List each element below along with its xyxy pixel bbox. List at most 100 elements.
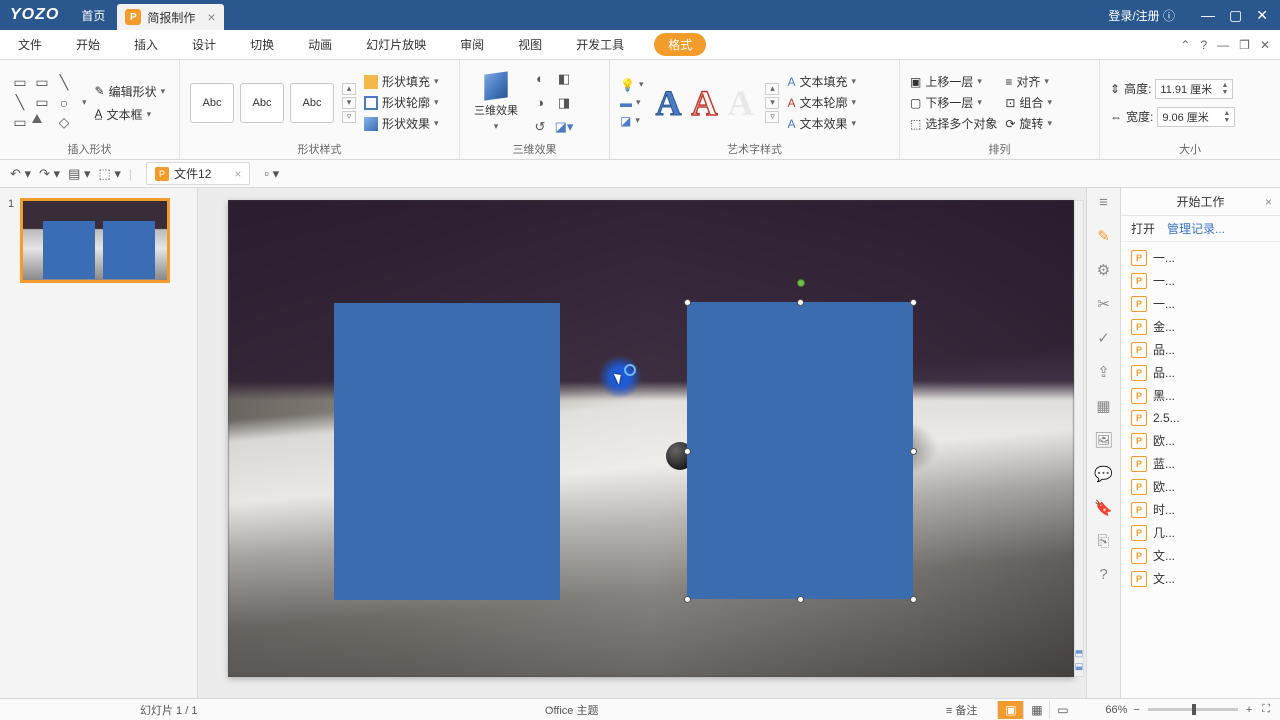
shape-style-gallery[interactable]: Abc Abc Abc ▴▾▿: [190, 83, 356, 123]
rail-image-icon[interactable]: 🖼: [1094, 431, 1113, 449]
manage-records-link[interactable]: 管理记录...: [1167, 220, 1225, 237]
recent-file-item[interactable]: P欧...: [1121, 475, 1280, 498]
canvas[interactable]: ⬒⬓: [198, 188, 1086, 698]
slideshow-view-button[interactable]: ▭: [1049, 701, 1075, 719]
menu-format[interactable]: 格式: [654, 33, 706, 56]
resize-handle-bm[interactable]: [797, 596, 804, 603]
menu-dev[interactable]: 开发工具: [572, 32, 628, 57]
redo-icon[interactable]: ↷ ▾: [39, 166, 60, 182]
recent-file-item[interactable]: P欧...: [1121, 429, 1280, 452]
zoom-slider[interactable]: [1148, 708, 1238, 711]
maximize-icon[interactable]: ▢: [1229, 7, 1242, 24]
close-panel-icon[interactable]: ×: [1265, 195, 1272, 209]
resize-handle-tm[interactable]: [797, 299, 804, 306]
resize-handle-tr[interactable]: [910, 299, 917, 306]
recent-file-item[interactable]: P2.5...: [1121, 407, 1280, 429]
home-button[interactable]: 首页: [69, 0, 117, 30]
menu-transition[interactable]: 切换: [246, 32, 278, 57]
text-fill-button[interactable]: A文本填充▾: [787, 73, 856, 90]
menu-design[interactable]: 设计: [188, 32, 220, 57]
close-window-icon[interactable]: ✕: [1256, 7, 1268, 24]
login-link[interactable]: 登录/注册 ⓘ: [1108, 7, 1175, 24]
rectangle-shape-2-selected[interactable]: [687, 302, 913, 599]
width-field[interactable]: ⇔宽度: 9.06 厘米▲▼: [1110, 107, 1235, 127]
rail-comment-icon[interactable]: 💬: [1094, 465, 1113, 483]
resize-handle-br[interactable]: [910, 596, 917, 603]
recent-file-item[interactable]: P品...: [1121, 361, 1280, 384]
rectangle-shape-1[interactable]: [334, 303, 560, 600]
rail-help-icon[interactable]: ?: [1099, 566, 1107, 583]
document-tab[interactable]: P 文件12 ×: [146, 162, 250, 185]
edit-shape-button[interactable]: ✎编辑形状▾: [95, 83, 166, 100]
rail-cut-icon[interactable]: ✂: [1097, 295, 1110, 313]
bring-forward-button[interactable]: ▣上移一层▾: [910, 73, 997, 90]
help-icon[interactable]: ?: [1200, 38, 1207, 52]
sorter-view-button[interactable]: ▦: [1023, 701, 1049, 719]
minimize-icon[interactable]: —: [1201, 7, 1215, 24]
recent-file-item[interactable]: P金...: [1121, 315, 1280, 338]
vertical-scrollbar[interactable]: ⬒⬓: [1074, 200, 1084, 677]
zoom-percent[interactable]: 66%: [1105, 704, 1127, 716]
recent-file-item[interactable]: P蓝...: [1121, 452, 1280, 475]
recent-file-item[interactable]: P文...: [1121, 544, 1280, 567]
recent-file-item[interactable]: P一...: [1121, 269, 1280, 292]
rotate-button[interactable]: ⟳旋转▾: [1005, 115, 1052, 132]
resize-handle-bl[interactable]: [684, 596, 691, 603]
recent-file-item[interactable]: P一...: [1121, 246, 1280, 269]
shape-outline-button[interactable]: 形状轮廓▾: [364, 94, 439, 111]
rotation-handle[interactable]: [797, 279, 805, 287]
new-doc-icon[interactable]: ▫ ▾: [264, 166, 279, 182]
menu-view[interactable]: 视图: [514, 32, 546, 57]
zoom-in-button[interactable]: +: [1246, 704, 1252, 716]
text-effect-button[interactable]: A文本效果▾: [787, 115, 856, 132]
recent-file-item[interactable]: P几...: [1121, 521, 1280, 544]
menu-file[interactable]: 文件: [14, 32, 46, 57]
recent-file-item[interactable]: P黑...: [1121, 384, 1280, 407]
rail-settings-icon[interactable]: ⚙: [1097, 261, 1110, 279]
menu-start[interactable]: 开始: [72, 32, 104, 57]
undo-icon[interactable]: ↶ ▾: [10, 166, 31, 182]
resize-handle-mr[interactable]: [910, 448, 917, 455]
wordart-gallery[interactable]: A A A ▴▾▿: [655, 82, 779, 124]
file-tab[interactable]: P 简报制作 ×: [117, 4, 223, 30]
rail-copy-icon[interactable]: ⎘: [1097, 533, 1109, 550]
page-icon[interactable]: ▤ ▾: [68, 166, 90, 182]
notes-button[interactable]: ≡ 备注: [946, 702, 977, 718]
3d-effect-button[interactable]: 三维效果▾: [470, 73, 522, 132]
resize-handle-tl[interactable]: [684, 299, 691, 306]
shape-fill-button[interactable]: 形状填充▾: [364, 73, 439, 90]
slide-thumbnail-1[interactable]: [20, 198, 170, 283]
menu-insert[interactable]: 插入: [130, 32, 162, 57]
shape-more-icon[interactable]: ▾: [82, 97, 87, 108]
zoom-out-button[interactable]: −: [1133, 704, 1139, 716]
collapse-ribbon-icon[interactable]: ⌃: [1180, 38, 1190, 52]
close-doc-icon[interactable]: ×: [234, 167, 241, 181]
height-field[interactable]: ⇕高度: 11.91 厘米▲▼: [1110, 79, 1235, 99]
rail-check-icon[interactable]: ✓: [1097, 329, 1110, 347]
recent-file-item[interactable]: P一...: [1121, 292, 1280, 315]
menu-slideshow[interactable]: 幻灯片放映: [362, 32, 430, 57]
close2-icon[interactable]: ✕: [1260, 38, 1270, 52]
normal-view-button[interactable]: ▣: [997, 701, 1023, 719]
menu-animation[interactable]: 动画: [304, 32, 336, 57]
close-tab-icon[interactable]: ×: [207, 9, 215, 25]
text-outline-button[interactable]: A文本轮廓▾: [787, 94, 856, 111]
rail-pen-icon[interactable]: ✎: [1097, 227, 1110, 245]
layout-icon[interactable]: ⬚ ▾: [98, 166, 120, 182]
shape-gallery[interactable]: ▭▭╲ ╲▭○ ▭◇: [10, 74, 74, 132]
recent-file-item[interactable]: P文...: [1121, 567, 1280, 590]
select-objects-button[interactable]: ⬚选择多个对象: [910, 115, 997, 132]
recent-file-item[interactable]: P品...: [1121, 338, 1280, 361]
recent-file-item[interactable]: P时...: [1121, 498, 1280, 521]
minimize2-icon[interactable]: —: [1217, 38, 1229, 52]
text-box-button[interactable]: A̲文本框▾: [95, 106, 166, 123]
3d-tools[interactable]: ◐◧ ◑◨ ↺◪▾: [530, 69, 574, 137]
group-button[interactable]: ⊡组合▾: [1005, 94, 1052, 111]
restore-icon[interactable]: ❐: [1239, 38, 1250, 52]
menu-review[interactable]: 审阅: [456, 32, 488, 57]
rail-menu-icon[interactable]: ≡: [1099, 194, 1108, 211]
resize-handle-ml[interactable]: [684, 448, 691, 455]
rail-share-icon[interactable]: ⇪: [1097, 363, 1110, 381]
fit-button[interactable]: ⛶: [1262, 703, 1270, 716]
shape-effect-button[interactable]: 形状效果▾: [364, 115, 439, 132]
